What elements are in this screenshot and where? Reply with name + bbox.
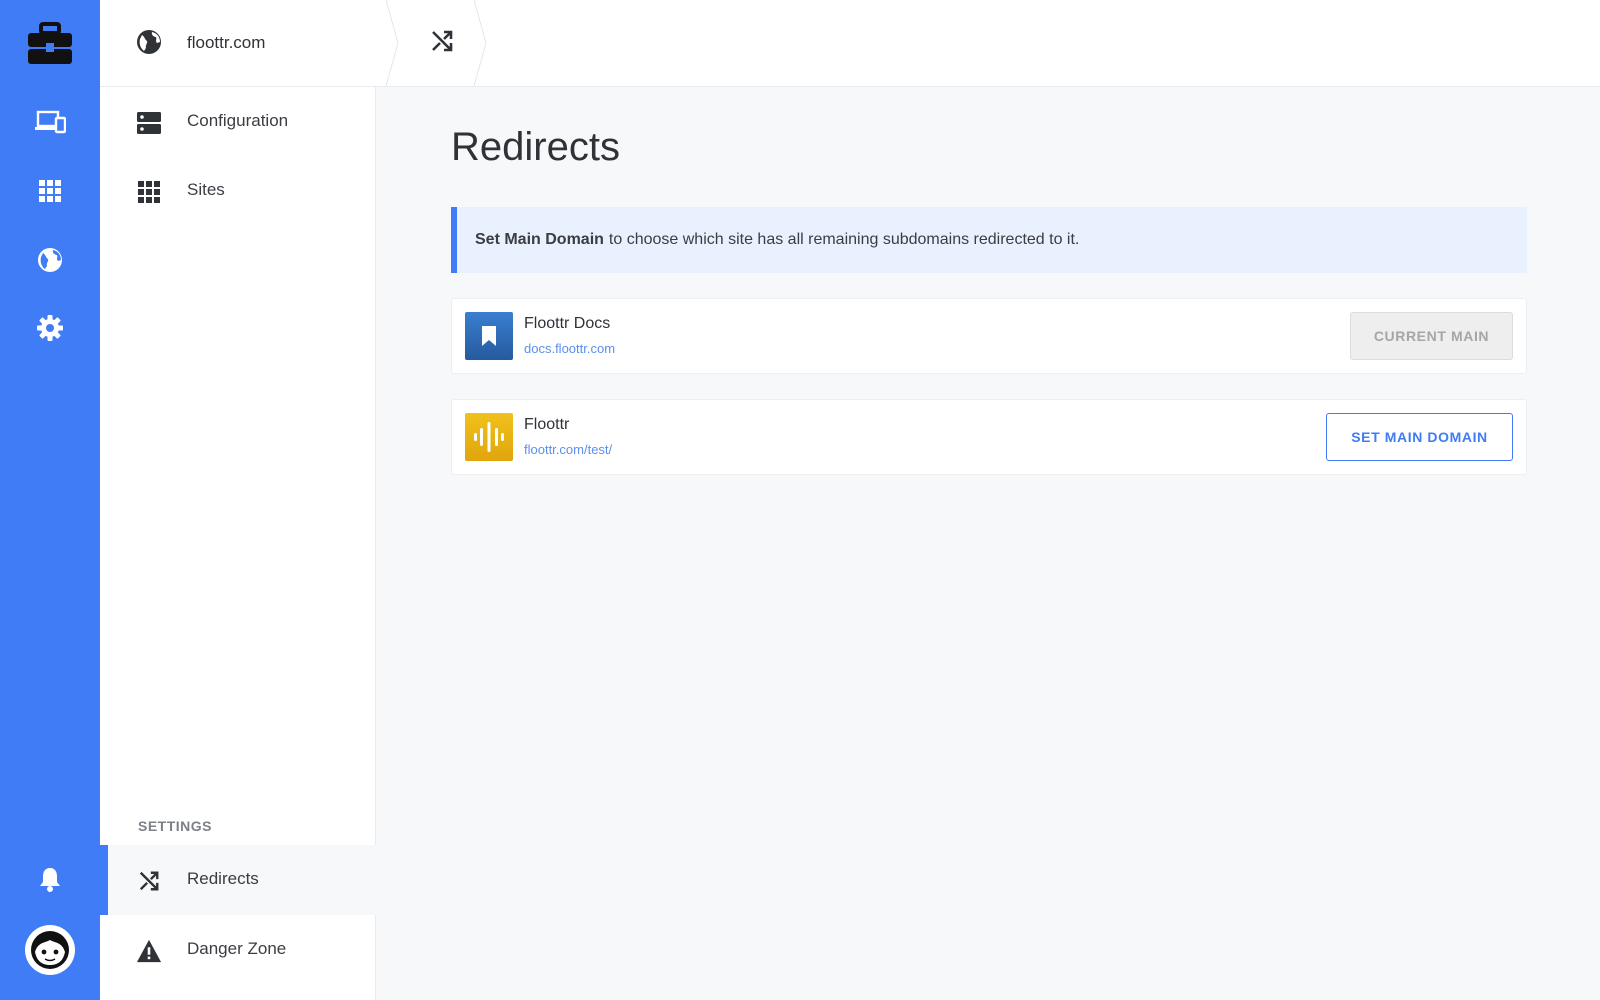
- site-card: Floottr Docs docs.floottr.com CURRENT MA…: [451, 298, 1527, 374]
- settings-heading: SETTINGS: [138, 818, 213, 834]
- page-title: Redirects: [451, 125, 620, 169]
- nav-item-danger-zone[interactable]: Danger Zone: [100, 915, 376, 985]
- info-banner-bold: Set Main Domain: [475, 231, 604, 248]
- shuffle-icon: [136, 868, 162, 894]
- nav-item-redirects[interactable]: Redirects: [100, 845, 376, 915]
- gear-icon[interactable]: [30, 308, 70, 348]
- current-main-button: CURRENT MAIN: [1350, 312, 1513, 360]
- site-url[interactable]: floottr.com/test/: [524, 442, 612, 457]
- info-banner: Set Main Domain to choose which site has…: [451, 207, 1527, 273]
- site-name: Floottr: [524, 416, 570, 433]
- breadcrumb-separator: [474, 0, 487, 86]
- breadcrumb-redirects[interactable]: [410, 0, 474, 86]
- main-content: Redirects Set Main Domain to choose whic…: [376, 87, 1600, 1000]
- grid-icon: [136, 179, 162, 205]
- site-url[interactable]: docs.floottr.com: [524, 341, 615, 356]
- breadcrumb-site[interactable]: floottr.com: [100, 0, 400, 86]
- secondary-nav: Configuration Sites SETTINGS Redirects D…: [100, 87, 376, 1000]
- bookmark-icon: [465, 312, 513, 360]
- nav-item-sites[interactable]: Sites: [100, 156, 376, 226]
- breadcrumb: floottr.com: [100, 0, 1600, 87]
- warning-icon: [136, 938, 162, 964]
- devices-icon[interactable]: [30, 102, 70, 142]
- site-card: Floottr floottr.com/test/ SET MAIN DOMAI…: [451, 399, 1527, 475]
- nav-item-label: Danger Zone: [187, 939, 287, 958]
- nav-item-label: Redirects: [187, 869, 259, 888]
- nav-item-label: Configuration: [187, 111, 289, 130]
- globe-icon: [136, 29, 162, 60]
- globe-icon[interactable]: [30, 240, 70, 280]
- shuffle-icon: [430, 29, 454, 58]
- set-main-domain-button[interactable]: SET MAIN DOMAIN: [1326, 413, 1513, 461]
- apps-grid-icon[interactable]: [30, 171, 70, 211]
- site-name: Floottr Docs: [524, 315, 611, 332]
- avatar[interactable]: [25, 925, 75, 975]
- server-icon: [136, 110, 162, 136]
- bell-icon[interactable]: [30, 859, 70, 899]
- nav-item-configuration[interactable]: Configuration: [100, 87, 376, 157]
- sound-wave-icon: [465, 413, 513, 461]
- breadcrumb-separator: [386, 0, 399, 86]
- info-banner-text: to choose which site has all remaining s…: [608, 231, 1080, 248]
- nav-item-label: Sites: [187, 180, 225, 199]
- briefcase-logo-icon[interactable]: [26, 22, 74, 66]
- icon-rail: [0, 0, 100, 1000]
- breadcrumb-site-label: floottr.com: [187, 33, 266, 52]
